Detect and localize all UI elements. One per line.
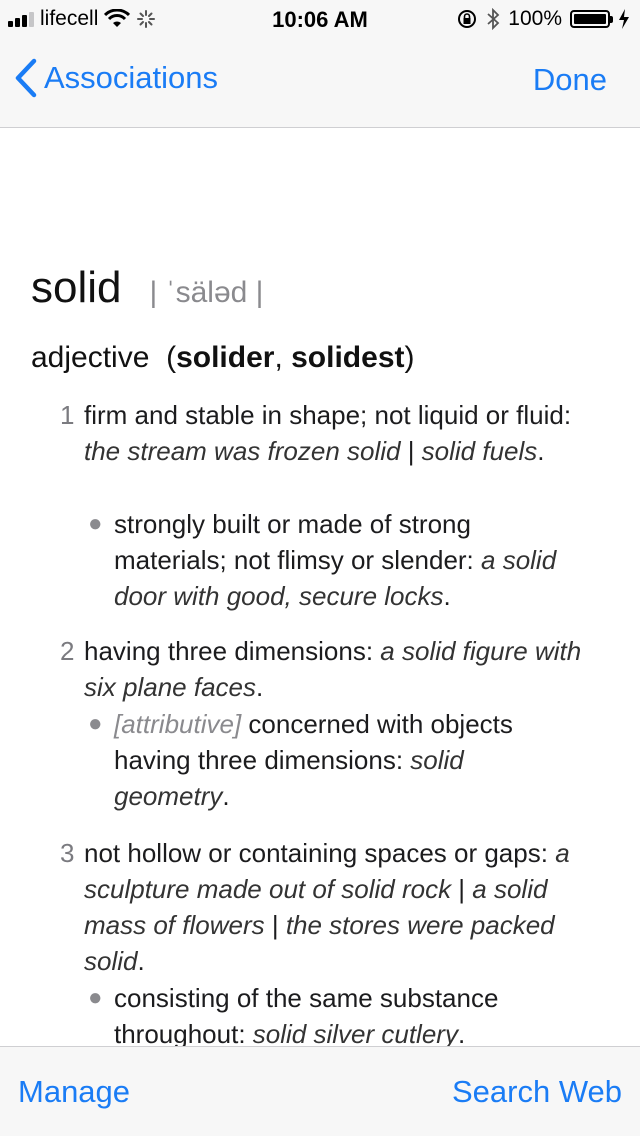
- battery-percent: 100%: [508, 7, 562, 30]
- example: the stream was frozen solid: [84, 436, 401, 466]
- chevron-left-icon: [15, 58, 37, 98]
- lock-rotation-icon: [458, 10, 477, 28]
- search-web-button[interactable]: Search Web: [452, 1074, 622, 1110]
- back-button[interactable]: Associations: [14, 58, 218, 98]
- part-of-speech-row: adjective (solider, solidest): [31, 341, 415, 374]
- status-right: 100%: [456, 7, 630, 31]
- bullet-icon: ●: [88, 710, 103, 737]
- form-comparative: solider: [176, 341, 275, 374]
- subsense-definition: consisting of the same substance through…: [114, 980, 574, 1046]
- sense-number: 2: [60, 636, 75, 666]
- back-button-label: Associations: [44, 60, 219, 95]
- charging-icon: [619, 9, 629, 29]
- status-bar: lifecell 10:06 AM 100%: [0, 0, 640, 40]
- bullet-icon: ●: [88, 984, 103, 1011]
- manage-button[interactable]: Manage: [18, 1074, 130, 1110]
- sense-definition: not hollow or containing spaces or gaps:…: [84, 838, 570, 976]
- sense-number: 1: [60, 400, 75, 430]
- navigation-bar: Associations Done: [0, 40, 640, 128]
- headword: solid: [31, 263, 122, 312]
- done-button[interactable]: Done: [533, 62, 607, 98]
- dictionary-entry: solid | ˈsäləd | adjective (solider, sol…: [0, 129, 640, 1046]
- bottom-toolbar: Manage Search Web: [0, 1046, 640, 1136]
- sense-definition: firm and stable in shape; not liquid or …: [84, 400, 572, 466]
- battery-icon: [570, 10, 613, 28]
- subsense-definition: [attributive] concerned with objects hav…: [114, 709, 513, 811]
- bluetooth-icon: [487, 8, 500, 30]
- subsense-definition: strongly built or made of strong materia…: [114, 509, 557, 611]
- grammar-tag: [attributive]: [114, 709, 242, 739]
- headword-row: solid | ˈsäləd |: [31, 263, 263, 313]
- sense-number: 3: [60, 838, 75, 868]
- part-of-speech: adjective: [31, 341, 150, 374]
- example: solid silver cutlery: [252, 1019, 458, 1046]
- form-superlative: solidest: [291, 341, 405, 374]
- example: solid fuels: [421, 436, 538, 466]
- pronunciation: | ˈsäləd |: [149, 276, 264, 309]
- bullet-icon: ●: [88, 510, 103, 537]
- sense-definition: having three dimensions: a solid figure …: [84, 636, 582, 702]
